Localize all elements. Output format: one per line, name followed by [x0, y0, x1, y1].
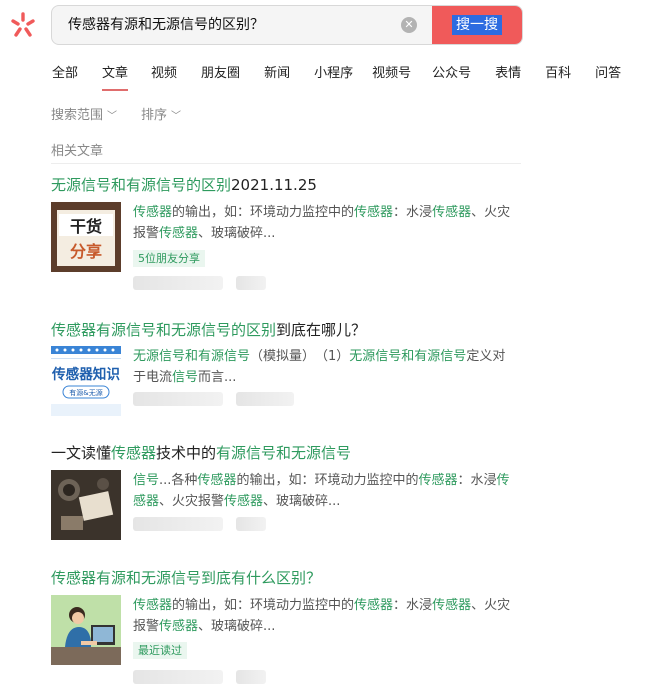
thumb-text: 分享 [70, 242, 102, 261]
chevron-down-icon: ﹀ [107, 111, 118, 122]
thumb-text: 传感器知识 [51, 366, 120, 383]
title-highlight: 有源信号和无源信号 [216, 444, 352, 462]
search-range-dropdown[interactable]: 搜索范围 ﹀ [51, 104, 117, 123]
tab-channels[interactable]: 视频号 [372, 62, 411, 86]
title-highlight: 传感器有源信号和无源信号的区别 [51, 321, 277, 339]
article-thumbnail-3[interactable] [51, 470, 121, 540]
article-title-1[interactable]: 无源信号和有源信号的区别2021.11.25 [51, 174, 317, 195]
tab-articles[interactable]: 文章 [102, 62, 129, 91]
article-title-2[interactable]: 传感器有源信号和无源信号的区别到底在哪儿？ [51, 319, 366, 340]
title-text: 2021.11.25 [231, 176, 317, 194]
search-bar: 传感器有源和无源信号的区别？ ✕ 搜一搜 [51, 5, 523, 45]
source-blurred [133, 392, 223, 406]
tab-mini-programs[interactable]: 小程序 [314, 62, 353, 86]
thumb-text: 有源&无源 [69, 388, 102, 397]
sort-dropdown[interactable]: 排序 ﹀ [141, 104, 181, 123]
sort-label: 排序 [141, 108, 168, 123]
divider [51, 163, 521, 164]
search-range-label: 搜索范围 [51, 108, 104, 123]
tab-news[interactable]: 新闻 [264, 62, 290, 86]
article-snippet-2: 无源信号和有源信号（模拟量） （1）无源信号和有源信号定义对于电流信号而言... [133, 349, 506, 385]
thumb-text: 干货 [70, 217, 102, 236]
article-thumbnail-2[interactable]: 传感器知识 有源&无源 [51, 346, 121, 416]
search-button[interactable]: 搜一搜 [432, 6, 522, 44]
date-blurred [236, 276, 266, 290]
title-text: 技术中的 [156, 444, 217, 462]
tab-encyclopedia[interactable]: 百科 [545, 62, 571, 86]
title-text: 到底在哪儿？ [276, 321, 367, 339]
title-highlight: 传感器 [111, 444, 157, 462]
source-blurred [133, 517, 223, 531]
app-logo-icon [8, 10, 38, 40]
article-title-3[interactable]: 一文读懂传感器技术中的有源信号和无源信号 [51, 442, 351, 463]
friends-shared-badge: 5位朋友分享 [133, 250, 205, 267]
date-blurred [236, 517, 266, 531]
article-thumbnail-1[interactable]: 干货 分享 [51, 202, 121, 272]
article-snippet-1: 传感器的输出，如：环境动力监控中的传感器：水浸传感器、火灾报警传感器、玻璃破碎.… [133, 205, 511, 241]
tab-moments[interactable]: 朋友圈 [201, 62, 240, 86]
title-highlight: 传感器有源和无源信号到底有什么区别？ [51, 569, 322, 587]
date-blurred [236, 670, 266, 684]
article-title-4[interactable]: 传感器有源和无源信号到底有什么区别？ [51, 567, 321, 588]
source-blurred [133, 276, 223, 290]
article-snippet-4: 传感器的输出，如：环境动力监控中的传感器：水浸传感器、火灾报警传感器、玻璃破碎.… [133, 598, 511, 634]
chevron-down-icon: ﹀ [171, 111, 182, 122]
search-button-label: 搜一搜 [452, 15, 502, 35]
category-tabs: 全部 文章 视频 朋友圈 新闻 小程序 视频号 公众号 表情 百科 问答 [52, 62, 621, 91]
title-text: 一文读懂 [51, 444, 112, 462]
section-label: 相关文章 [51, 144, 104, 159]
recently-read-badge: 最近读过 [133, 642, 187, 659]
article-thumbnail-4[interactable] [51, 595, 121, 665]
tab-stickers[interactable]: 表情 [495, 62, 521, 86]
clear-icon[interactable]: ✕ [401, 17, 417, 33]
tab-qa[interactable]: 问答 [595, 62, 621, 86]
filter-bar: 搜索范围 ﹀ 排序 ﹀ [51, 104, 205, 123]
search-input[interactable]: 传感器有源和无源信号的区别？ [68, 6, 388, 44]
article-snippet-3: 信号...各种传感器的输出，如：环境动力监控中的传感器：水浸传感器、火灾报警传感… [133, 473, 510, 509]
source-blurred [133, 670, 223, 684]
tab-official-accounts[interactable]: 公众号 [432, 62, 471, 86]
tab-videos[interactable]: 视频 [151, 62, 177, 86]
tab-all[interactable]: 全部 [52, 62, 78, 86]
date-blurred [236, 392, 294, 406]
title-highlight: 无源信号和有源信号的区别 [51, 176, 232, 194]
